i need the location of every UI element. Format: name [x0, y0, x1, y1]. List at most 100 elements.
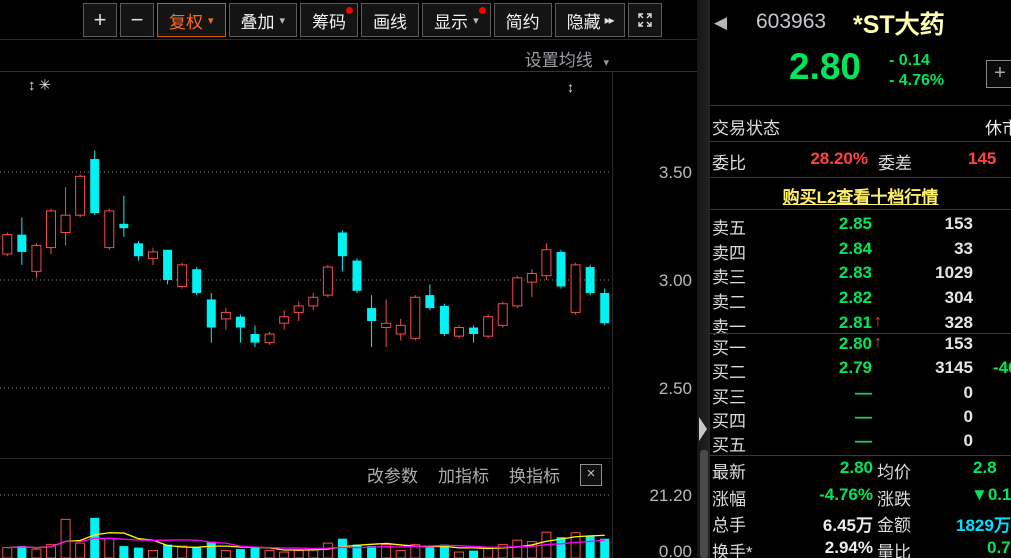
- buy-l2-link[interactable]: 购买L2查看十档行情: [710, 183, 1011, 208]
- weibi-value: 28.20%: [770, 149, 868, 169]
- draw-line-button[interactable]: 画线: [361, 3, 419, 37]
- bid5-price: —: [770, 431, 872, 451]
- double-arrow-right-icon: ▸▸: [605, 13, 613, 27]
- bid-row-3[interactable]: 买三 — 0: [710, 383, 1011, 408]
- weicha-label: 委差: [878, 149, 912, 174]
- change-pct-label: 涨幅: [712, 485, 746, 510]
- ma-setting-button[interactable]: 设置均线 ▾: [525, 46, 609, 71]
- quote-panel: ◀ 603963 *ST大药 2.80 - 0.14 - 4.76% + 交易状…: [710, 0, 1011, 558]
- display-button[interactable]: 显示 ▾: [422, 3, 491, 37]
- fullscreen-button[interactable]: [628, 3, 662, 37]
- chevron-down-icon: ▾: [280, 14, 286, 27]
- bid-row-4[interactable]: 买四 — 0: [710, 407, 1011, 432]
- change-pct-value: -4.76%: [765, 485, 873, 505]
- bid2-delta: -46: [993, 358, 1011, 378]
- simple-mode-button[interactable]: 简约: [494, 3, 552, 37]
- bid-row-1[interactable]: 买一 2.80 ↑ 153: [710, 334, 1011, 359]
- ask-row-3[interactable]: 卖三 2.83 1029: [710, 263, 1011, 288]
- hide-label: 隐藏: [567, 8, 601, 33]
- ask2-volume: 304: [880, 288, 973, 308]
- price-axis-tick: 3.00: [612, 271, 692, 291]
- ask-row-5[interactable]: 卖五 2.85 153: [710, 214, 1011, 239]
- ma-setting-label: 设置均线: [525, 51, 593, 70]
- change-label: 涨跌: [877, 485, 911, 510]
- divider-scroll-thumb[interactable]: [700, 450, 708, 558]
- volume-ratio-value: 0.7: [987, 538, 1011, 558]
- bid-row-2[interactable]: 买二 2.79 3145 -46: [710, 358, 1011, 383]
- chart-toolbar: + − 复权 ▾ 叠加 ▾ 筹码 画线 显示 ▾ 简约 隐藏 ▸▸: [83, 2, 662, 38]
- notification-dot-icon: [346, 7, 353, 14]
- ask3-price: 2.83: [770, 263, 872, 283]
- bid5-label: 买五: [712, 431, 746, 456]
- stats-row: 最新 2.80 均价 2.8: [710, 458, 1011, 484]
- draw-line-label: 画线: [373, 8, 407, 33]
- bid1-label: 买一: [712, 334, 746, 359]
- ask3-volume: 1029: [880, 263, 973, 283]
- separator: [710, 209, 1011, 210]
- latest-label: 最新: [712, 458, 746, 483]
- ask4-price: 2.84: [770, 239, 872, 259]
- zoom-in-button[interactable]: +: [83, 3, 117, 37]
- volume-axis-tick: 21.20: [612, 486, 692, 506]
- fuquan-label: 复权: [169, 8, 203, 33]
- trade-status-value: 休市: [985, 114, 1011, 139]
- collapse-panel-handle[interactable]: [699, 417, 707, 441]
- last-price: 2.80: [789, 46, 861, 88]
- switch-indicator-button[interactable]: 换指标: [509, 462, 560, 487]
- bid2-label: 买二: [712, 358, 746, 383]
- stock-code: 603963: [756, 10, 826, 34]
- chevron-down-icon: ▾: [603, 57, 609, 69]
- chips-label: 筹码: [312, 8, 346, 33]
- bid3-price: —: [770, 383, 872, 403]
- bid1-price: 2.80: [770, 334, 872, 354]
- bid2-price: 2.79: [770, 358, 872, 378]
- zoom-out-button[interactable]: −: [120, 3, 154, 37]
- change-value: ▼0.1: [971, 485, 1011, 505]
- ask-row-2[interactable]: 卖二 2.82 304: [710, 288, 1011, 313]
- close-indicator-button[interactable]: ×: [580, 464, 602, 486]
- add-indicator-button[interactable]: 加指标: [438, 462, 489, 487]
- chevron-down-icon: ▾: [473, 14, 479, 27]
- ask1-price: 2.81: [770, 313, 872, 333]
- fuquan-button[interactable]: 复权 ▾: [157, 3, 226, 37]
- turnover-value: 2.94%: [765, 538, 873, 558]
- overlay-label: 叠加: [241, 8, 275, 33]
- bid3-label: 买三: [712, 383, 746, 408]
- ask5-price: 2.85: [770, 214, 872, 234]
- total-volume-label: 总手: [712, 511, 746, 536]
- change-param-button[interactable]: 改参数: [367, 462, 418, 487]
- separator: [710, 105, 1011, 106]
- volume-chart[interactable]: [0, 490, 612, 558]
- ask3-label: 卖三: [712, 263, 746, 288]
- avg-price-label: 均价: [877, 458, 911, 483]
- trade-status-label: 交易状态: [712, 114, 780, 139]
- amount-label: 金额: [877, 511, 911, 536]
- bid-row-5[interactable]: 买五 — 0: [710, 431, 1011, 456]
- ask5-volume: 153: [880, 214, 973, 234]
- price-axis-tick: 2.50: [612, 379, 692, 399]
- bid4-volume: 0: [880, 407, 973, 427]
- separator: [710, 141, 1011, 142]
- ask1-volume: 328: [880, 313, 973, 333]
- indicator-action-bar: 改参数 加指标 换指标 ×: [0, 458, 612, 490]
- avg-price-value: 2.8: [973, 458, 997, 478]
- bid4-price: —: [770, 407, 872, 427]
- chips-button[interactable]: 筹码: [300, 3, 358, 37]
- hide-button[interactable]: 隐藏 ▸▸: [555, 3, 625, 37]
- display-label: 显示: [434, 8, 468, 33]
- ask-row-4[interactable]: 卖四 2.84 33: [710, 239, 1011, 264]
- kline-chart[interactable]: [0, 72, 612, 458]
- bid2-volume: 3145: [880, 358, 973, 378]
- bid1-volume: 153: [880, 334, 973, 354]
- volume-axis-tick: 0.00: [612, 542, 692, 558]
- total-volume-value: 6.45万: [765, 511, 873, 536]
- weicha-value: 145: [968, 149, 996, 169]
- separator: [710, 455, 1011, 456]
- overlay-button[interactable]: 叠加 ▾: [229, 3, 298, 37]
- back-arrow-icon[interactable]: ◀: [714, 13, 727, 33]
- bid4-label: 买四: [712, 407, 746, 432]
- stats-row: 总手 6.45万 金额 1829万: [710, 511, 1011, 537]
- price-change: - 0.14: [889, 52, 930, 70]
- add-to-watchlist-button[interactable]: +: [986, 60, 1011, 88]
- simple-mode-label: 简约: [506, 8, 540, 33]
